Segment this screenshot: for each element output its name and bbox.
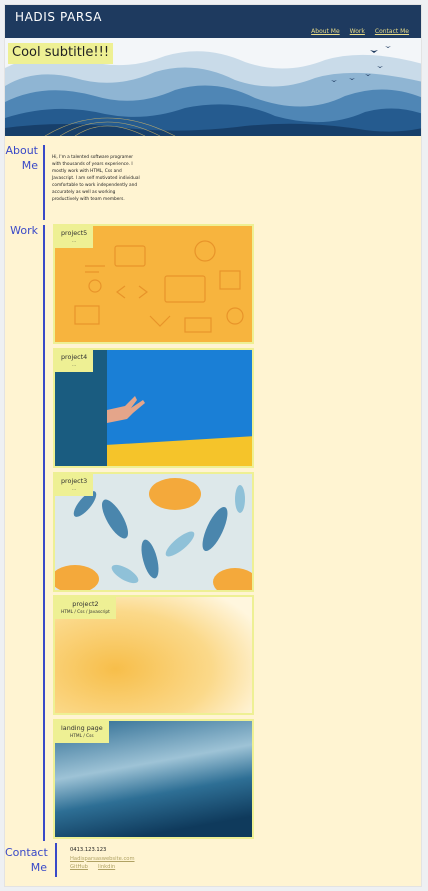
project-card-5[interactable]: project5 ...: [53, 224, 254, 344]
project-desc: HTML / Css: [70, 734, 94, 739]
project-desc: ...: [72, 487, 77, 492]
nav-link-work[interactable]: Work: [350, 28, 365, 35]
main-nav: About Me Work Contact Me: [311, 28, 409, 35]
about-title-line2: Me: [21, 159, 38, 172]
project-card-4[interactable]: project4 ...: [53, 348, 254, 468]
project-title: landing page: [61, 724, 103, 732]
project-label: project5 ...: [55, 226, 94, 248]
project-title: project3: [61, 477, 88, 485]
project-label: landing page HTML / Css: [55, 721, 109, 743]
nav-link-contact[interactable]: Contact Me: [375, 28, 409, 35]
contact-title-line1: Contact: [5, 846, 48, 859]
linkedin-link[interactable]: linkdin: [98, 863, 115, 872]
contact-email-link[interactable]: Hadisparsaswebsite.com: [70, 856, 135, 862]
project-label: project2 HTML / Css / Javascript: [55, 597, 116, 619]
project-desc: HTML / Css / Javascript: [61, 610, 110, 615]
page: HADIS PARSA About Me Work Contact Me Coo…: [4, 4, 422, 887]
project-desc: ...: [72, 363, 77, 368]
nav-link-about[interactable]: About Me: [311, 28, 340, 35]
about-text: Hi, I'm a talented software programer wi…: [52, 155, 140, 202]
work-divider: [43, 225, 45, 841]
project-title: project2: [72, 600, 99, 608]
about-divider: [43, 145, 45, 220]
project-label: project4 ...: [55, 350, 94, 372]
github-link[interactable]: GitHub: [70, 863, 88, 872]
contact-title: Contact Me: [5, 845, 48, 875]
project-card-2[interactable]: project2 HTML / Css / Javascript: [53, 595, 254, 715]
project-card-3[interactable]: project3 ...: [53, 472, 254, 592]
project-title: project5: [61, 229, 88, 237]
project-desc: ...: [72, 239, 77, 244]
site-header: HADIS PARSA About Me Work Contact Me: [5, 5, 421, 38]
contact-info: 0413.123.123 Hadisparsaswebsite.com GitH…: [70, 846, 135, 872]
project-title: project4: [61, 353, 88, 361]
contact-phone: 0413.123.123: [70, 847, 107, 853]
hero-subtitle: Cool subtitle!!!: [8, 43, 114, 64]
work-title: Work: [10, 224, 38, 237]
contact-title-line2: Me: [30, 861, 47, 874]
project-label: project3 ...: [55, 474, 94, 496]
about-title: About Me: [5, 143, 38, 173]
hero-banner: Cool subtitle!!!: [5, 38, 421, 136]
project-card-landing-page[interactable]: landing page HTML / Css: [53, 719, 254, 839]
brand-name: HADIS PARSA: [15, 10, 103, 24]
social-links: GitHub linkdin: [70, 863, 135, 872]
contact-divider: [55, 843, 57, 877]
about-title-line1: About: [5, 144, 38, 157]
